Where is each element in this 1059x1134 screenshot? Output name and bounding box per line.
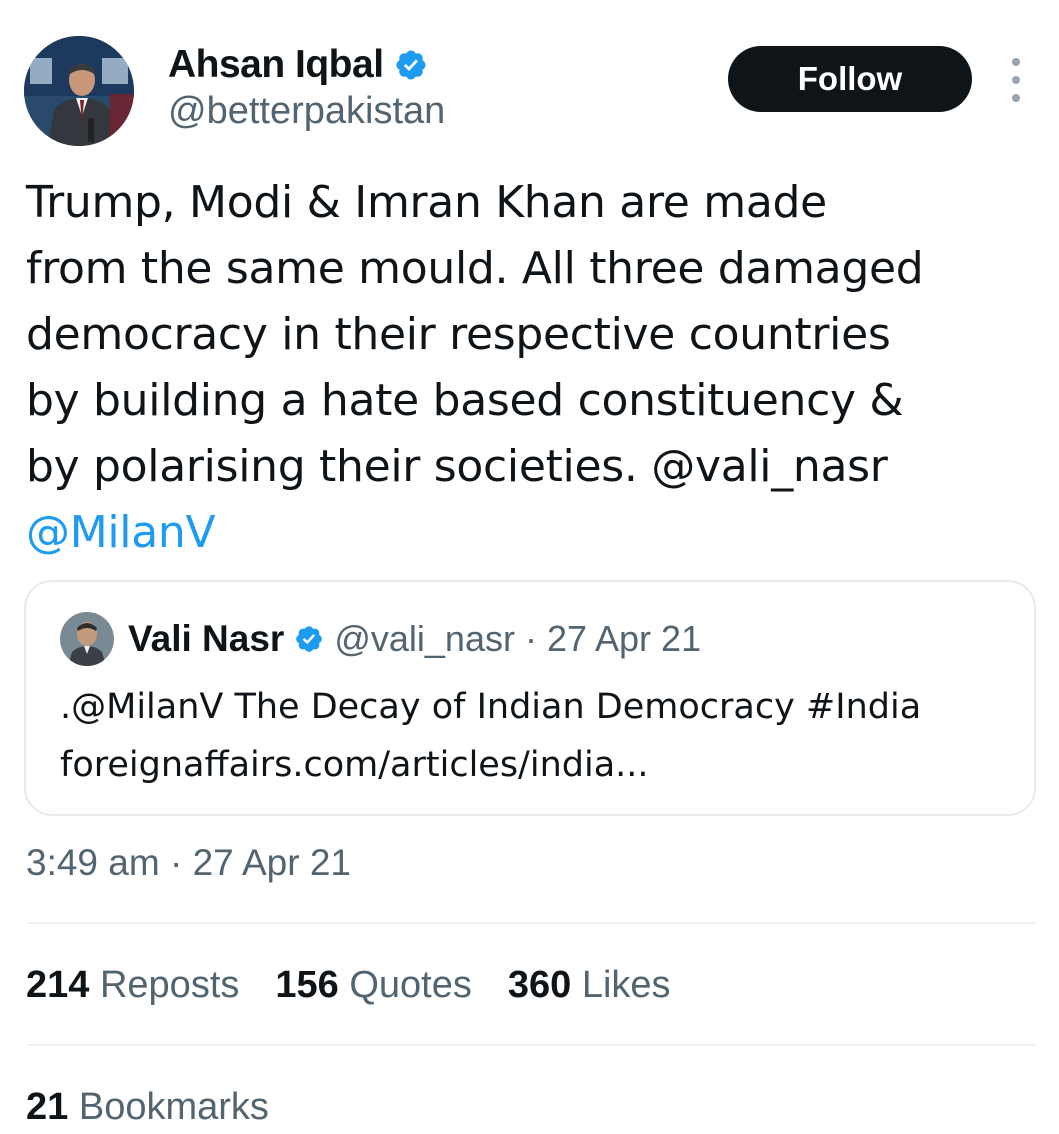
tweet-text-segment: by polarising their societies. [26, 441, 652, 492]
likes-stat[interactable]: 360 Likes [508, 964, 671, 1007]
divider [26, 922, 1036, 924]
quoted-text: .@MilanV The Decay of Indian Democracy #… [60, 678, 921, 794]
quoted-separator: · [524, 618, 537, 659]
reposts-stat[interactable]: 214 Reposts [26, 964, 239, 1007]
quoted-text-line: foreignaffairs.com/articles/india... [60, 745, 649, 785]
quoted-author-avatar[interactable] [60, 612, 114, 666]
author-name-row: Ahsan Iqbal [168, 40, 428, 90]
tweet-text-line: from the same mould. All three damaged [26, 243, 924, 294]
quoted-date[interactable]: 27 Apr 21 [547, 618, 701, 660]
quotes-count: 156 [275, 964, 339, 1006]
more-dot [1012, 76, 1020, 84]
tweet-text-line: @MilanV [26, 500, 1026, 566]
quoted-tweet-card[interactable]: Vali Nasr @vali_nasr · 27 Apr 21 .@Milan… [24, 580, 1036, 816]
mention-link[interactable]: @vali_nasr [651, 441, 888, 492]
likes-count: 360 [507, 964, 572, 1006]
bookmarks-count: 21 [26, 1086, 69, 1128]
tweet-detail: Ahsan Iqbal @betterpakistan Follow Trump… [0, 0, 1059, 1134]
likes-label: Likes [581, 964, 671, 1006]
author-display-name[interactable]: Ahsan Iqbal [168, 43, 384, 87]
tweet-text-line: Trump, Modi & Imran Khan are made [26, 177, 827, 228]
tweet-text-line: by polarising their societies. @vali_nas… [26, 434, 1026, 500]
more-options-icon[interactable] [1004, 58, 1028, 102]
verified-badge-icon[interactable] [394, 48, 428, 82]
author-avatar[interactable] [24, 36, 134, 146]
tweet-time: 3:49 am [26, 842, 160, 883]
tweet-date: 27 Apr 21 [192, 842, 351, 883]
quotes-label: Quotes [349, 964, 472, 1006]
engagement-stats: 214 Reposts 156 Quotes 360 Likes [26, 964, 671, 1007]
tweet-text-line: by building a hate based constituency & [26, 375, 904, 426]
divider [26, 1044, 1036, 1046]
mention-link[interactable]: @MilanV [26, 507, 216, 558]
quotes-stat[interactable]: 156 Quotes [275, 964, 472, 1007]
author-handle[interactable]: @betterpakistan [168, 90, 445, 133]
timestamp-separator: · [159, 842, 193, 883]
reposts-count: 214 [26, 964, 90, 1006]
profile-photo-icon [24, 36, 134, 146]
tweet-text: Trump, Modi & Imran Khan are made from t… [26, 170, 1026, 566]
more-dot [1012, 94, 1020, 102]
quoted-text-line: .@MilanV The Decay of Indian Democracy #… [60, 687, 922, 727]
reposts-label: Reposts [99, 964, 240, 1006]
more-dot [1012, 58, 1020, 66]
bookmarks-label: Bookmarks [78, 1086, 269, 1128]
tweet-text-line: democracy in their respective countries [26, 309, 891, 360]
verified-badge-icon [294, 624, 324, 654]
quoted-display-name[interactable]: Vali Nasr [128, 618, 284, 660]
bookmarks-stat[interactable]: 21 Bookmarks [26, 1086, 269, 1129]
quoted-handle[interactable]: @vali_nasr [334, 618, 515, 660]
follow-button[interactable]: Follow [728, 46, 972, 112]
quoted-header: Vali Nasr @vali_nasr · 27 Apr 21 [128, 612, 701, 666]
profile-photo-icon [60, 612, 114, 666]
tweet-timestamp[interactable]: 3:49 am · 27 Apr 21 [26, 842, 351, 884]
